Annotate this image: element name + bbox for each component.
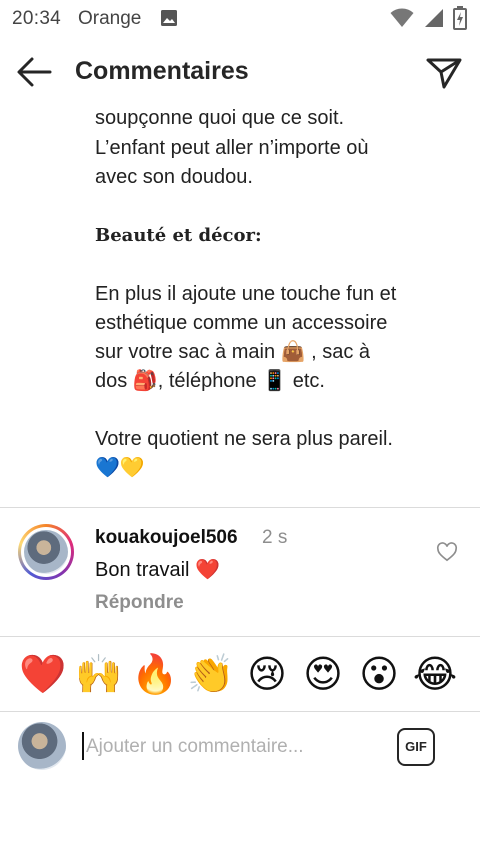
caption-line: sur votre sac à main 👜 , sac à [95,341,370,363]
reaction-crying[interactable]: 😢 [243,651,291,699]
caption-emoji-line: 💙💛 [95,457,145,479]
reply-button[interactable]: Répondre [95,592,184,614]
status-carrier: Orange [78,8,142,29]
status-bar: 20:34 Orange [0,0,480,36]
avatar [18,722,66,770]
share-send-icon[interactable] [424,54,464,90]
reaction-fire[interactable]: 🔥 [131,651,179,699]
avatar[interactable] [24,530,68,574]
comment-timestamp: 2 s [262,527,288,548]
header: Commentaires [0,40,480,104]
reaction-heart-eyes[interactable]: 😍 [299,651,347,699]
caption-line: Votre quotient ne sera plus pareil. [95,428,393,450]
reaction-raising-hands[interactable]: 🙌 [75,651,123,699]
image-notification-icon [161,10,177,26]
caption-line: avec son doudou. [95,166,253,188]
caption-line: esthétique comme un accessoire [95,312,388,334]
comment-text: Bon travail ❤️ [95,559,220,581]
quick-reactions-bar: ❤️ 🙌 🔥 👏 😢 😍 😮 😂 [0,637,480,711]
reaction-laughing[interactable]: 😂 [411,651,459,699]
reaction-clapping[interactable]: 👏 [187,651,235,699]
gif-button[interactable]: GIF [397,728,435,766]
heart-like-icon[interactable] [436,542,458,562]
comment-item: kouakoujoel506 2 s Bon travail ❤️ Répond… [0,508,480,636]
reaction-surprised[interactable]: 😮 [355,651,403,699]
comment-composer: GIF [0,712,480,782]
page-title: Commentaires [75,57,249,85]
reaction-heart[interactable]: ❤️ [19,651,67,699]
status-time: 20:34 [12,8,62,29]
battery-charging-icon [453,6,467,30]
comment-input[interactable] [84,726,388,768]
story-ring[interactable] [18,524,74,580]
caption-heading: Beauté et décor: [95,225,262,246]
caption-line: L’enfant peut aller n’importe où [95,137,369,159]
signal-icon [425,9,443,27]
caption-line: dos 🎒, téléphone 📱 etc. [95,370,325,392]
caption-line: En plus il ajoute une touche fun et [95,283,397,305]
back-arrow-icon[interactable] [14,54,54,90]
wifi-icon [390,8,414,27]
comment-username[interactable]: kouakoujoel506 [95,527,238,549]
caption-line: soupçonne quoi que ce soit. [95,107,345,129]
